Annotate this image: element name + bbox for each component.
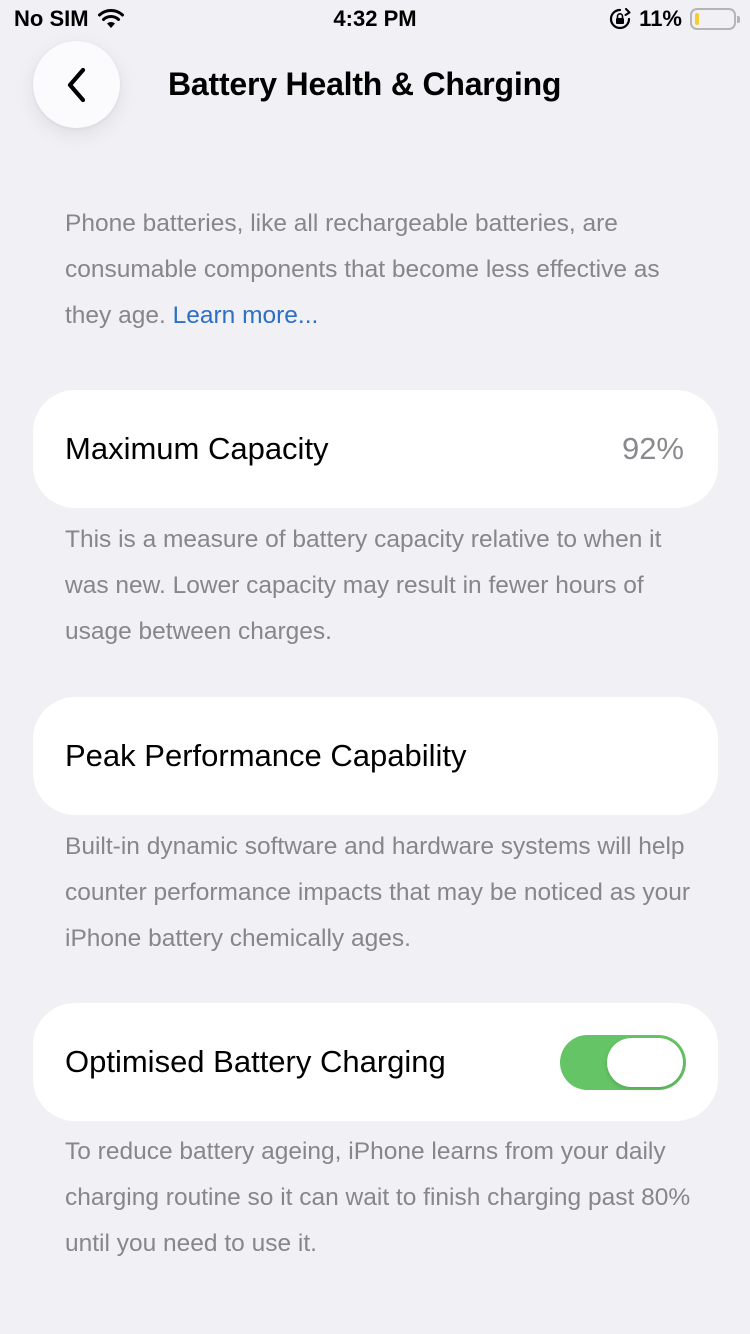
battery-icon <box>690 8 740 30</box>
toggle-knob <box>607 1038 683 1087</box>
orientation-lock-icon <box>609 8 631 30</box>
intro-text: Phone batteries, like all rechargeable b… <box>65 201 695 339</box>
optimised-charging-row: Optimised Battery Charging <box>33 1003 718 1121</box>
max-capacity-row: Maximum Capacity 92% <box>33 390 718 508</box>
max-capacity-label: Maximum Capacity <box>65 431 329 466</box>
max-capacity-footnote: This is a measure of battery capacity re… <box>65 526 662 645</box>
back-button[interactable] <box>33 41 120 128</box>
max-capacity-value: 92% <box>621 431 684 466</box>
optimised-charging-label: Optimised Battery Charging <box>65 1044 446 1079</box>
chevron-left-icon <box>67 67 85 102</box>
battery-percent: 11% <box>639 6 682 31</box>
peak-performance-label: Peak Performance Capability <box>65 738 467 773</box>
peak-performance-footnote: Built-in dynamic software and hardware s… <box>65 833 691 952</box>
learn-more-link[interactable]: Learn more... <box>173 302 319 329</box>
optimised-charging-footnote: To reduce battery ageing, iPhone learns … <box>65 1138 691 1257</box>
optimised-charging-toggle[interactable] <box>560 1035 686 1090</box>
intro-description: Phone batteries, like all rechargeable b… <box>65 210 660 329</box>
status-right: 11% <box>609 6 740 32</box>
peak-performance-row: Peak Performance Capability <box>33 697 718 815</box>
page-title: Battery Health & Charging <box>168 66 562 102</box>
battery-level-fill <box>695 13 699 25</box>
status-bar: No SIM 4:32 PM 11% <box>0 0 750 40</box>
